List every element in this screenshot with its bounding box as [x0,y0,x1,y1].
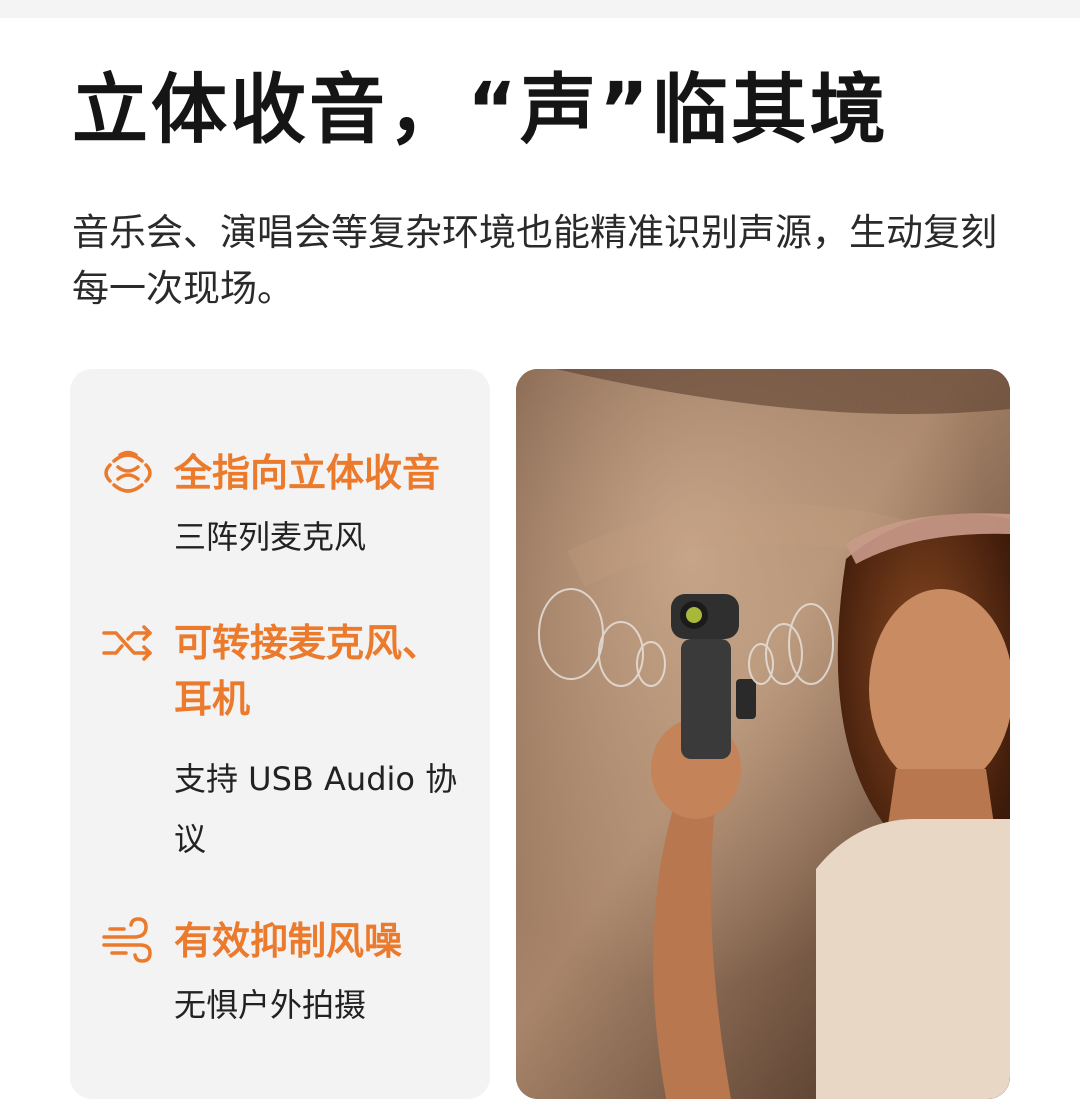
shuffle-connect-icon [102,625,152,661]
feature-item-wind-noise: 有效抑制风噪 无惧户外拍摄 [100,913,480,1043]
product-photo [516,369,1010,1099]
feature-desc: 三阵列麦克风 [174,518,367,556]
feature-item-adapter: 可转接麦克风、耳机 支持 USB Audio 协议 [100,615,480,865]
feature-desc: 无惧户外拍摄 [174,986,367,1024]
page-title: 立体收音，“声”临其境 [72,65,889,154]
page-subtitle: 音乐会、演唱会等复杂环境也能精准识别声源，生动复刻每一次现场。 [72,211,997,310]
product-photo-illustration [516,369,1010,1099]
feature-card: 全指向立体收音 三阵列麦克风 可转接麦克风、耳机 支持 USB Audio 协议 [70,369,490,1099]
feature-title: 全指向立体收音 [174,451,441,495]
feature-desc: 支持 USB Audio 协议 [174,760,458,858]
feature-item-omnidirectional: 全指向立体收音 三阵列麦克风 [100,445,480,565]
feature-title: 有效抑制风噪 [174,919,403,963]
wind-icon [102,917,152,963]
omnidirectional-sound-icon [104,450,152,493]
feature-title: 可转接麦克风、耳机 [174,621,441,721]
top-strip [0,0,1080,18]
